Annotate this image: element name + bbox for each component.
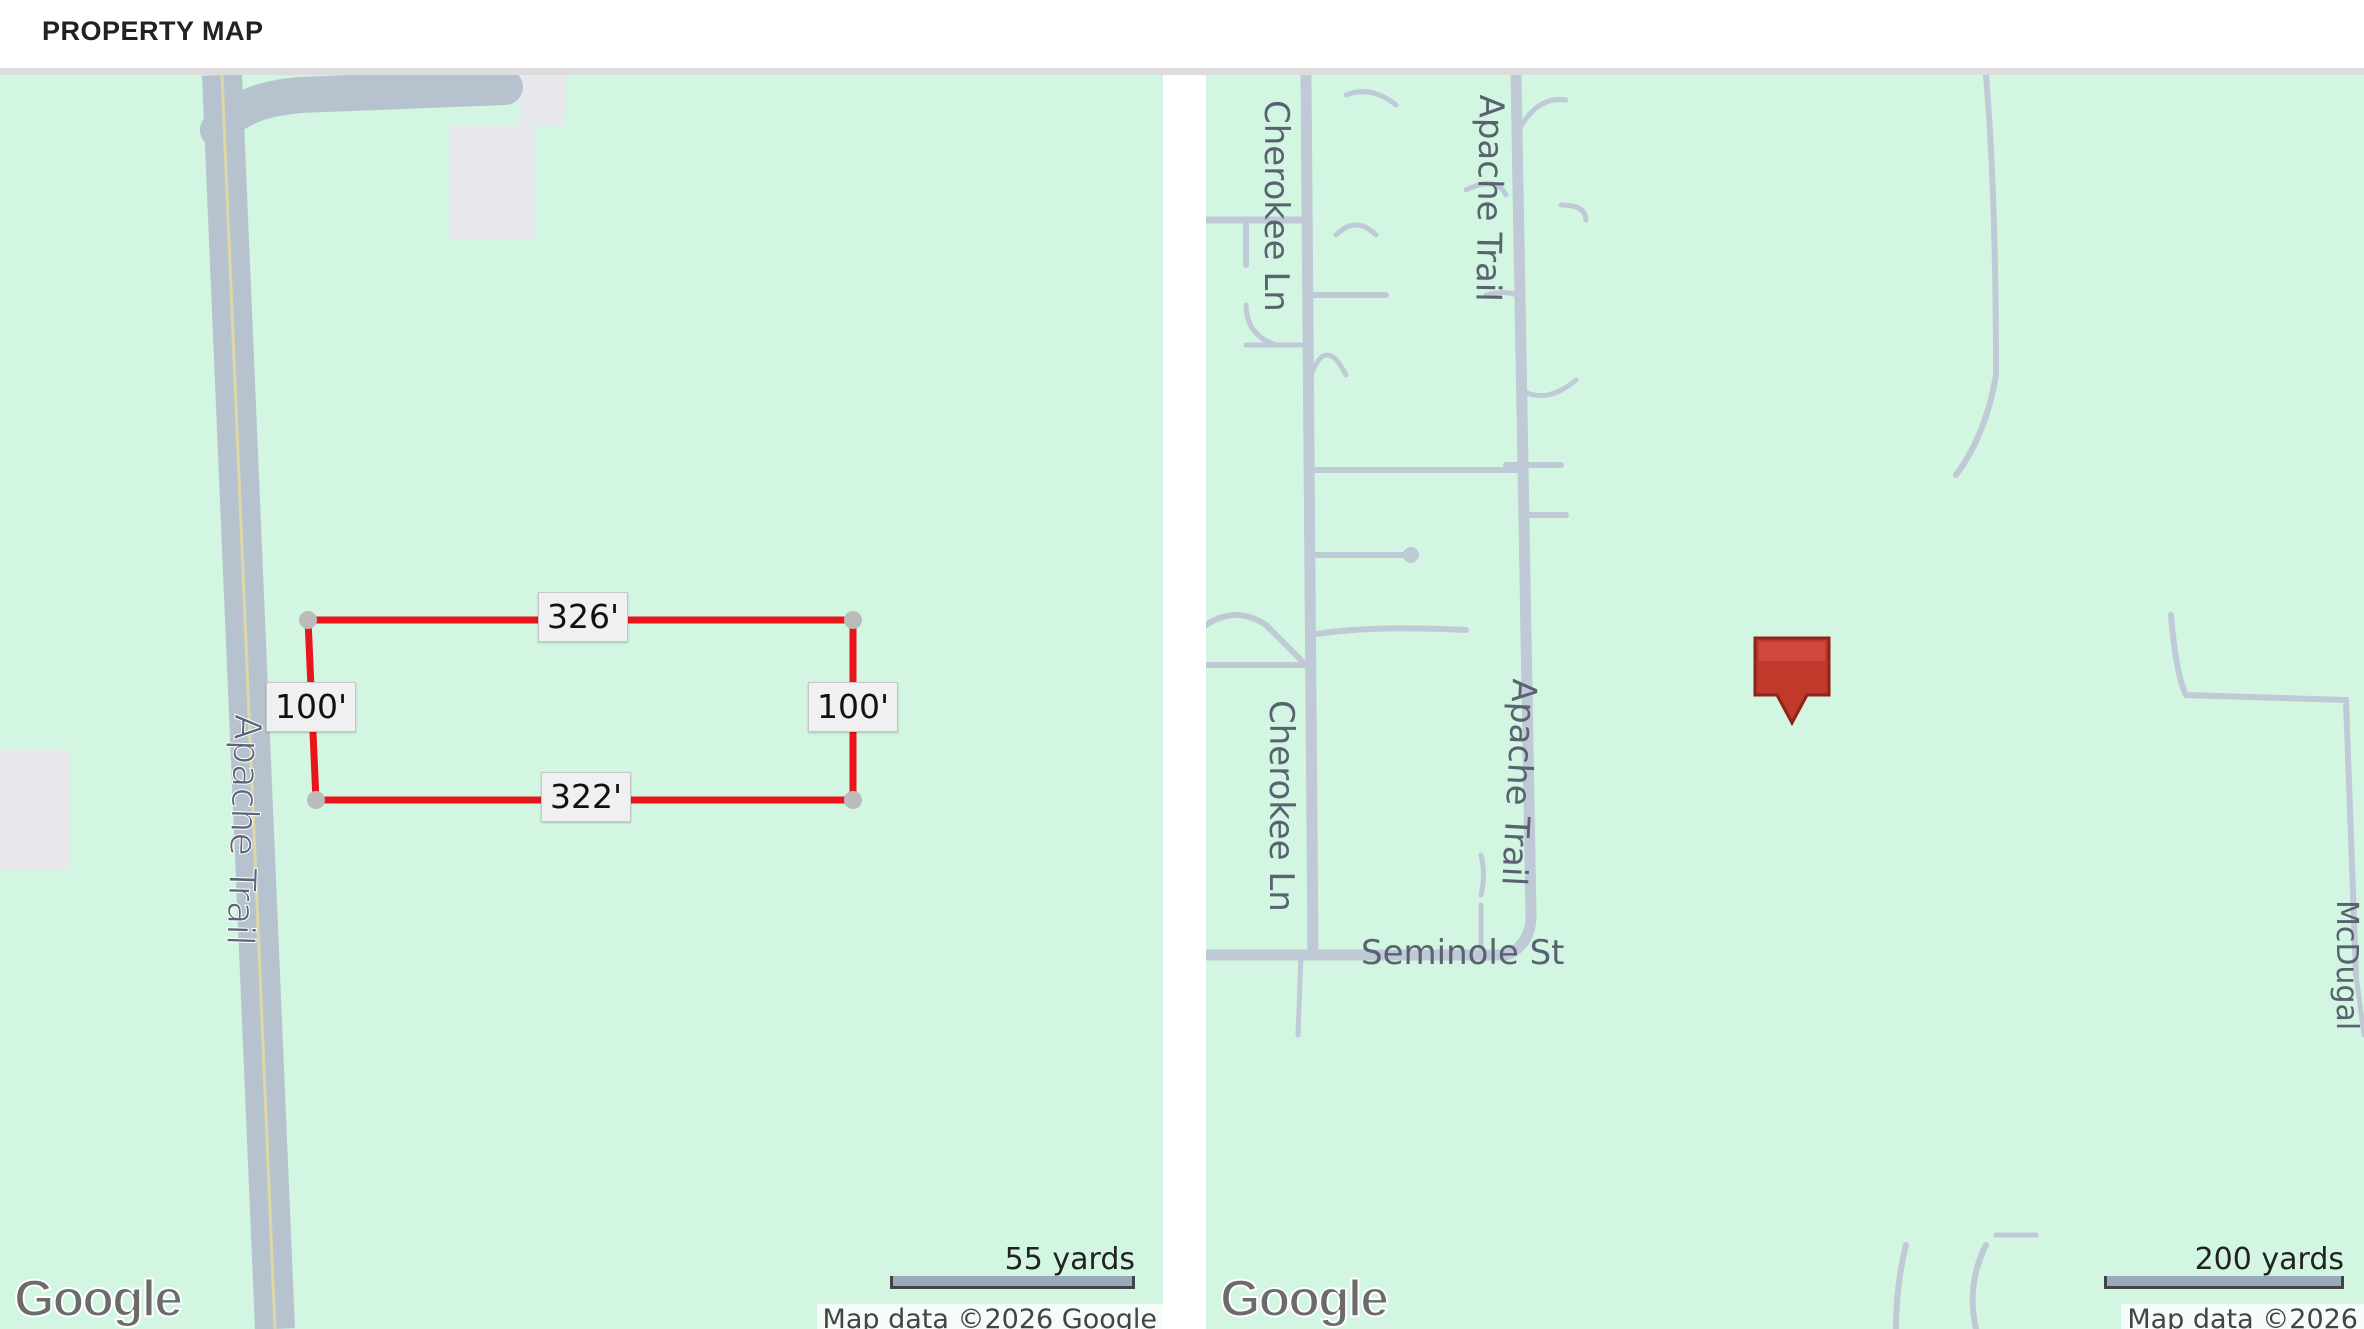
- side-road: [200, 75, 523, 148]
- scale-label: 200 yards: [2194, 1242, 2344, 1277]
- dimension-label-right: 100': [808, 682, 899, 732]
- dimension-label-bottom: 322': [541, 772, 632, 822]
- road-label-mcdugal: McDugal: [2329, 900, 2364, 1031]
- property-detail-map[interactable]: 326' 322' 100' 100' Apache Trail 55 yard…: [0, 75, 1163, 1329]
- road-label-cherokee-ln-top: Cherokee Ln: [1256, 100, 1296, 312]
- page-title: PROPERTY MAP: [42, 16, 264, 46]
- vertex-handle[interactable]: [844, 791, 862, 809]
- building-footprint: [0, 750, 70, 870]
- map-divider: [1163, 75, 1206, 1329]
- left-map-canvas: [0, 75, 862, 1329]
- road-label-seminole-st: Seminole St: [1361, 933, 1565, 973]
- road-label-cherokee-ln-bottom: Cherokee Ln: [1261, 700, 1301, 912]
- map-pin-icon[interactable]: [1751, 635, 1833, 727]
- map-attribution[interactable]: Map data ©2026: [2121, 1304, 2364, 1329]
- map-scale: 200 yards: [2104, 1244, 2344, 1289]
- scale-bar: [2104, 1276, 2344, 1289]
- map-scale: 55 yards: [890, 1244, 1135, 1289]
- dimension-label-top: 326': [538, 592, 629, 642]
- map-attribution[interactable]: Map data ©2026 Google: [816, 1304, 1163, 1329]
- google-logo[interactable]: Google: [13, 1269, 184, 1329]
- scale-label: 55 yards: [1004, 1242, 1135, 1277]
- page-header: PROPERTY MAP: [0, 0, 2364, 75]
- dimension-label-left: 100': [266, 682, 357, 732]
- building-footprint: [520, 75, 565, 125]
- vertex-handle[interactable]: [299, 611, 317, 629]
- road-label-apache-trail-top: Apache Trail: [1467, 94, 1511, 303]
- vertex-handle[interactable]: [844, 611, 862, 629]
- scale-bar: [890, 1276, 1135, 1289]
- google-logo[interactable]: Google: [1219, 1269, 1390, 1329]
- property-location-map[interactable]: Cherokee Ln Cherokee Ln Apache Trail Apa…: [1206, 75, 2364, 1329]
- building-footprint: [450, 125, 535, 240]
- vertex-handle[interactable]: [307, 791, 325, 809]
- road-label-apache-trail: Apache Trail: [217, 713, 270, 947]
